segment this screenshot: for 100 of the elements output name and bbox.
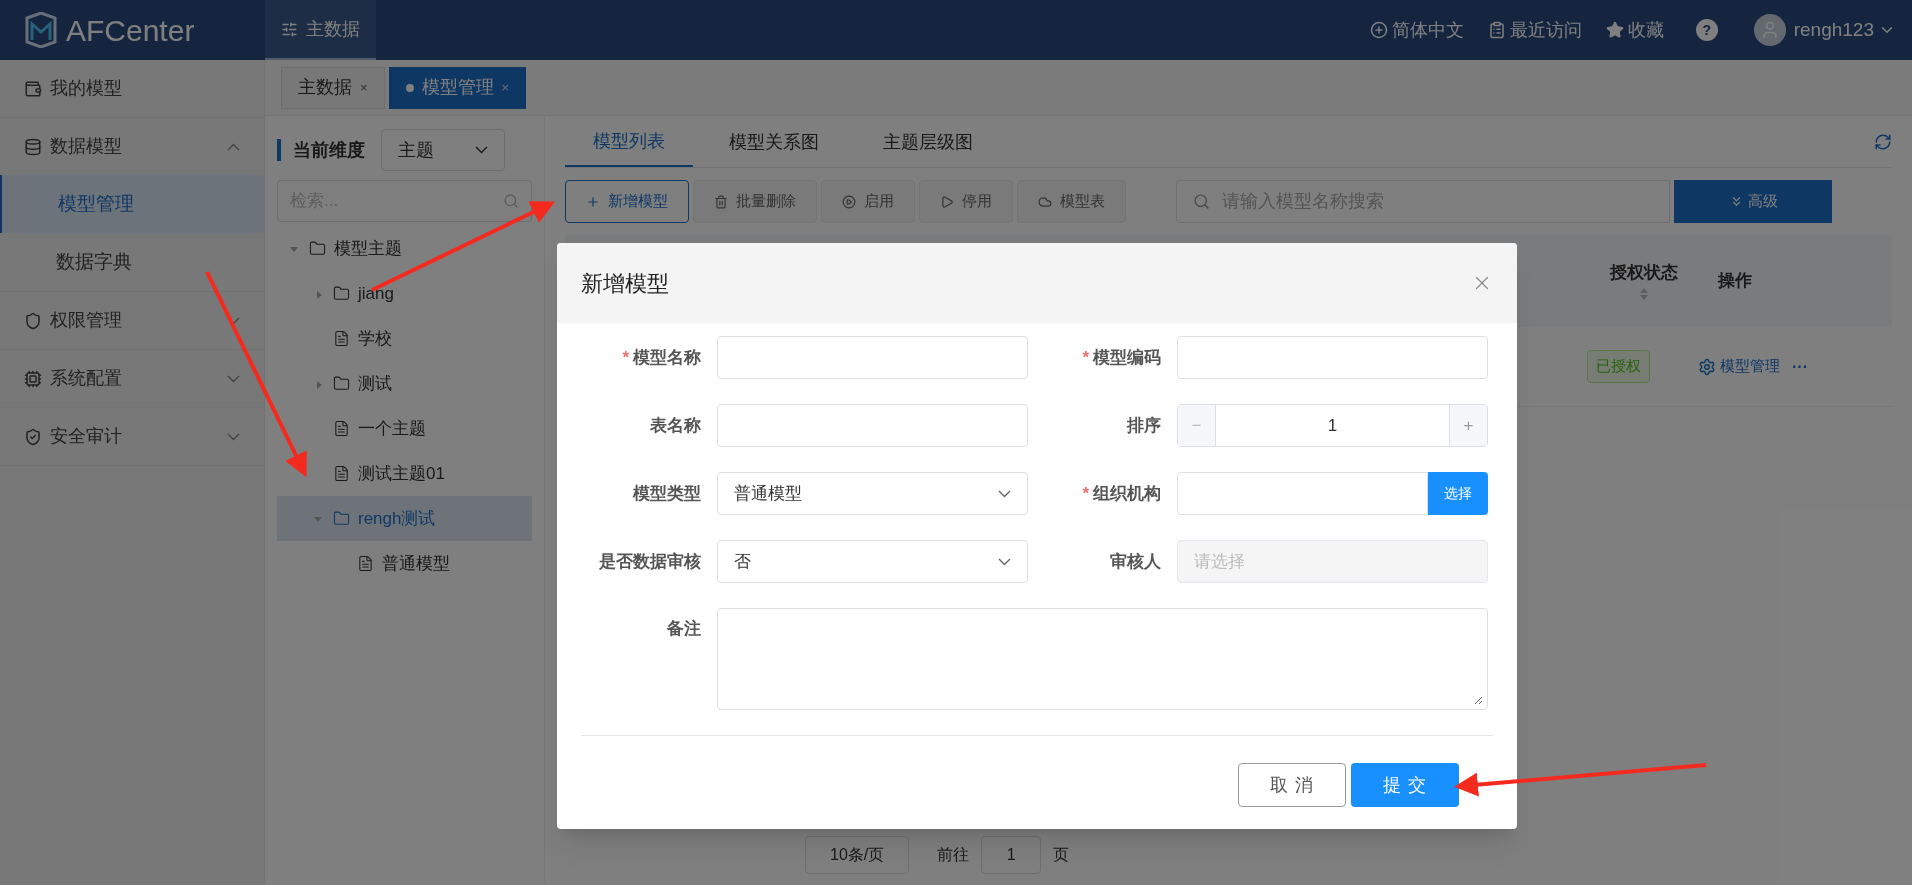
sidebar-item[interactable]: 我的模型	[0, 60, 264, 117]
gear-icon	[1698, 357, 1716, 376]
field-label: * 模型名称	[621, 347, 701, 369]
folder-icon	[333, 375, 350, 392]
play-icon	[940, 194, 954, 209]
submit-button[interactable]: 提 交	[1351, 763, 1459, 807]
play-circle-icon	[842, 194, 856, 209]
tree-item[interactable]: rengh测试	[277, 496, 532, 541]
content-tab[interactable]: 模型关系图	[701, 117, 847, 167]
tree-label: 测试	[358, 372, 392, 395]
sliders-icon	[281, 20, 298, 38]
page-unit: 页	[1053, 845, 1070, 865]
chevron-up-icon	[227, 142, 240, 151]
accent-bar	[277, 139, 281, 161]
sidebar-item[interactable]: 安全审计	[0, 408, 264, 465]
tree-label: 模型主题	[334, 237, 402, 260]
column-header: 授权状态	[1610, 262, 1678, 285]
tree-item[interactable]: 测试	[277, 361, 532, 406]
column-header: 操作	[1718, 270, 1753, 293]
page-input[interactable]: 1	[981, 836, 1042, 874]
chevron-down-icon	[998, 489, 1011, 498]
tree-item[interactable]: 测试主题01	[277, 451, 532, 496]
field-label: 模型类型	[632, 483, 701, 505]
chevron-down-icon	[227, 374, 240, 383]
toolbar-button[interactable]: 新增模型	[565, 180, 689, 223]
tree-item[interactable]: 普通模型	[277, 541, 532, 586]
field-label: * 模型编码	[1081, 347, 1161, 369]
avatar-icon[interactable]	[1753, 14, 1786, 46]
remark-textarea[interactable]	[717, 608, 1488, 710]
sidebar-subitem[interactable]: 模型管理	[0, 175, 264, 233]
document-icon	[357, 555, 374, 572]
plus-icon	[586, 194, 600, 209]
header-link[interactable]: 最近访问	[1487, 16, 1582, 44]
tree-item[interactable]: 模型主题	[277, 226, 532, 271]
status-tag: 已授权	[1587, 350, 1650, 383]
sidebar-item[interactable]: 系统配置	[0, 350, 264, 407]
folder-icon	[333, 285, 350, 302]
chevron-down-icon	[475, 146, 488, 154]
content-tab[interactable]: 模型列表	[565, 117, 693, 167]
header-link[interactable]: 简体中文	[1369, 16, 1464, 44]
user-name[interactable]: rengh123	[1793, 15, 1874, 45]
chevron-down-icon	[998, 557, 1011, 566]
folder-icon	[309, 240, 326, 257]
number-value: 1	[1326, 414, 1339, 437]
cancel-button[interactable]: 取 消	[1238, 763, 1346, 807]
sidebar-item[interactable]: 权限管理	[0, 292, 264, 349]
sidebar-item[interactable]: 数据模型	[0, 118, 264, 175]
text-field[interactable]	[1177, 472, 1428, 515]
required-mark: *	[1082, 348, 1089, 367]
content-tab[interactable]: 主题层级图	[855, 117, 1001, 167]
plus-circle-icon	[1369, 21, 1388, 39]
tree-label: 学校	[358, 327, 392, 350]
star-icon	[1605, 21, 1624, 39]
close-icon[interactable]: ×	[360, 77, 368, 98]
document-icon	[333, 420, 350, 437]
field-label: 排序	[1125, 415, 1161, 437]
text-field[interactable]	[1177, 336, 1488, 379]
document-icon	[333, 465, 350, 482]
app-logo-text: AFCenter	[66, 12, 195, 49]
field-label: 备注	[666, 618, 701, 640]
text-field[interactable]	[717, 404, 1028, 447]
help-icon[interactable]: ?	[1695, 19, 1718, 41]
tree-label: 测试主题01	[358, 462, 445, 485]
select-button[interactable]: 选择	[1428, 472, 1488, 515]
text-field[interactable]	[717, 336, 1028, 379]
header-link[interactable]: 收藏	[1605, 16, 1664, 44]
document-icon	[333, 330, 350, 347]
resize-handle-icon	[1473, 695, 1483, 705]
field-label: 表名称	[649, 415, 701, 437]
goto-label: 前往	[937, 845, 970, 865]
nav-tab[interactable]: 主数据	[265, 0, 376, 60]
increment-button[interactable]: +	[1449, 405, 1487, 446]
field-label: 审核人	[1109, 551, 1161, 573]
page-tab[interactable]: 模型管理 ×	[388, 66, 527, 109]
more-button[interactable]: ···	[1792, 354, 1808, 379]
select-field[interactable]: 普通模型	[717, 472, 1028, 515]
sidebar-subitem[interactable]: 数据字典	[0, 233, 264, 291]
tree-label: rengh测试	[358, 507, 436, 530]
tree-label: jiang	[358, 282, 394, 305]
tree-item[interactable]: 一个主题	[277, 406, 532, 451]
search-icon	[503, 193, 519, 209]
page-size-select[interactable]: 10条/页	[805, 836, 910, 874]
page-tab[interactable]: 主数据 ×	[281, 66, 385, 109]
dimension-label: 当前维度	[293, 138, 365, 162]
field-label: 是否数据审核	[598, 551, 701, 573]
required-mark: *	[1082, 484, 1089, 503]
refresh-icon[interactable]	[1874, 133, 1892, 151]
dimension-select[interactable]: 主题	[381, 129, 505, 171]
tree-item[interactable]: jiang	[277, 271, 532, 316]
manage-link[interactable]: 模型管理	[1698, 355, 1780, 378]
close-icon[interactable]: ×	[501, 77, 510, 98]
clipboard-icon	[1487, 21, 1506, 39]
logo-icon	[24, 12, 58, 48]
trash-icon	[714, 194, 728, 209]
number-stepper[interactable]: − 1 +	[1177, 404, 1488, 447]
folder-icon	[333, 510, 350, 527]
chevron-down-icon	[227, 432, 240, 441]
tree-item[interactable]: 学校	[277, 316, 532, 361]
select-field[interactable]: 否	[717, 540, 1028, 583]
advanced-button[interactable]: 高级	[1674, 180, 1832, 223]
